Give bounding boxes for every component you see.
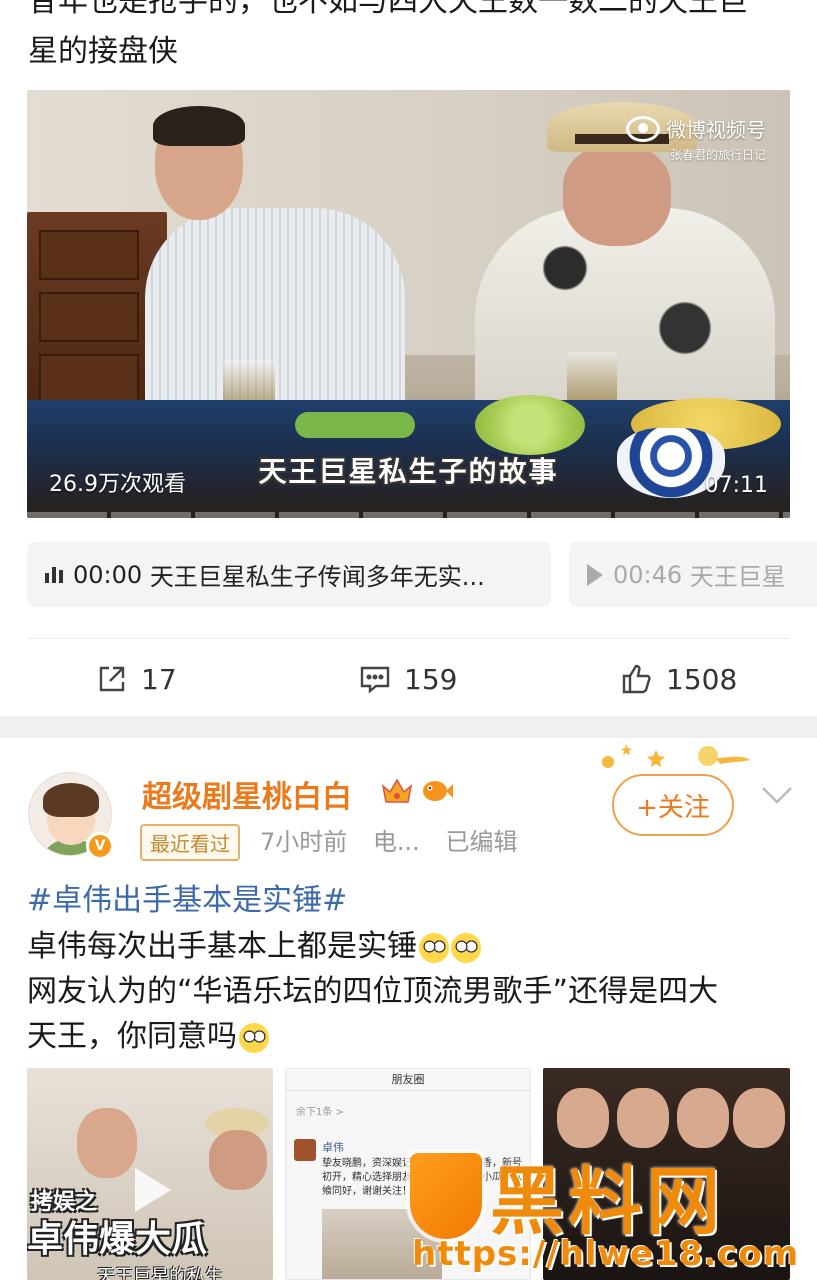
playing-bars-icon — [45, 566, 63, 583]
post-body: 卓伟每次出手基本上都是实锤 网友认为的“华语乐坛的四位顶流男歌手”还得是四大 天… — [27, 929, 719, 1054]
post-text-cut: 昔年也是抢手的，也不如与四大天王数一数二的天王巨 — [28, 0, 748, 19]
weibo-eye-icon — [626, 115, 660, 142]
like-button[interactable]: 1508 — [620, 648, 737, 710]
glasses-emoji-icon — [419, 932, 449, 963]
play-icon — [587, 563, 603, 586]
post-text: 星的接盘侠 — [28, 34, 178, 69]
post-time: 7小时前 — [260, 828, 348, 856]
feed-separator — [0, 716, 817, 738]
thumbs-up-icon — [622, 664, 651, 694]
glasses-emoji-icon — [451, 932, 481, 963]
topic-hashtag[interactable]: #卓伟出手基本是实锤# — [27, 878, 347, 924]
action-bar: 17 159 1508 — [0, 648, 817, 710]
shield-logo-icon — [410, 1152, 482, 1239]
fish-badge-icon — [423, 781, 453, 801]
post-meta: 7小时前 电... 已编辑 — [260, 822, 535, 857]
video-duration: 07:11 — [704, 473, 768, 498]
share-icon — [99, 666, 125, 692]
video-chapters: 00:00 天王巨星私生子传闻多年无实... 00:46 天王巨星 — [27, 542, 817, 607]
image-thumbnail[interactable]: 拷娱之 卓伟爆大瓜 天王巨星的私生 — [27, 1068, 273, 1280]
chapter-item[interactable]: 00:00 天王巨星私生子传闻多年无实... — [27, 542, 551, 607]
comment-button[interactable]: 159 — [358, 648, 457, 710]
recent-viewed-badge: 最近看过 — [140, 824, 240, 861]
verified-badge-icon: V — [86, 832, 114, 860]
video-frame-person — [145, 208, 405, 408]
video-player[interactable]: 微博视频号 张春君的旅行日记 天王巨星私生子的故事 26.9万次观看 07:11 — [27, 90, 790, 518]
weibo-video-watermark: 微博视频号 — [626, 114, 766, 143]
watermark-url: https://hlwe18.com — [412, 1234, 800, 1274]
glasses-emoji-icon — [239, 1022, 269, 1053]
site-watermark: 黑料网 — [410, 1142, 724, 1249]
divider — [27, 638, 790, 639]
video-progress-segments — [27, 512, 790, 518]
post-source: 电... — [372, 828, 420, 856]
post-card-1: 昔年也是抢手的，也不如与四大天王数一数二的天王巨 星的接盘侠 微博视频号 张春君… — [0, 0, 817, 716]
edited-label: 已编辑 — [445, 828, 518, 856]
follow-button[interactable]: +关注 — [612, 774, 734, 836]
chevron-down-icon[interactable] — [760, 784, 794, 806]
username[interactable]: 超级剧星桃白白 — [142, 772, 352, 816]
play-icon — [135, 1168, 171, 1212]
share-button[interactable]: 17 — [95, 648, 177, 710]
chapter-item[interactable]: 00:46 天王巨星 — [569, 542, 817, 607]
crown-icon — [381, 778, 413, 803]
comment-icon — [360, 666, 390, 694]
video-frame-person-head — [563, 146, 671, 246]
view-count: 26.9万次观看 — [49, 472, 186, 497]
watermark-subtitle: 张春君的旅行日记 — [669, 148, 766, 162]
